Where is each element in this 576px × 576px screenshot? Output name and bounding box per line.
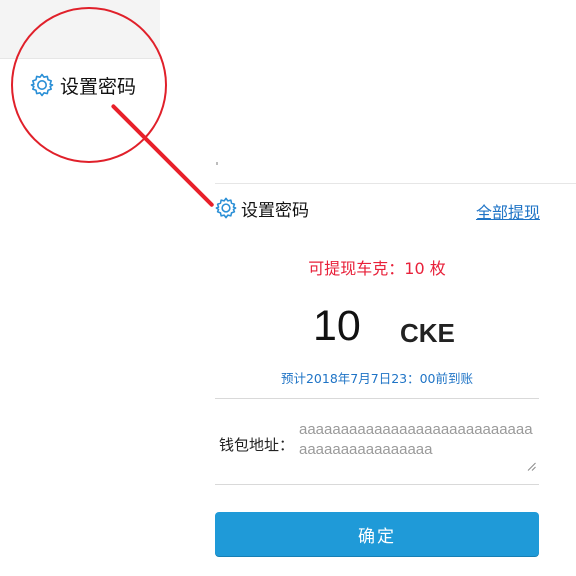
withdraw-amount: 10 bbox=[313, 302, 361, 350]
available-balance: 可提现车克：10 枚 bbox=[308, 259, 446, 278]
set-password-link[interactable]: 设置密码 bbox=[215, 194, 309, 222]
confirm-button[interactable]: 确定 bbox=[215, 512, 539, 556]
withdraw-all-link[interactable]: 全部提现 bbox=[476, 199, 540, 223]
currency-unit: CKE bbox=[400, 318, 455, 348]
wallet-address-label: 钱包地址： bbox=[219, 436, 295, 454]
set-password-label: 设置密码 bbox=[241, 200, 309, 221]
divider-tick bbox=[216, 162, 218, 165]
divider bbox=[215, 398, 539, 399]
withdraw-panel: 设置密码 全部提现 可提现车克：10 枚 10 CKE 预计2018年7月7日2… bbox=[215, 184, 576, 576]
callout-pointer-line bbox=[110, 103, 215, 208]
arrival-estimate: 预计2018年7月7日23：00前到账 bbox=[280, 371, 474, 386]
gear-icon bbox=[215, 197, 237, 219]
resize-grip-icon[interactable] bbox=[527, 456, 536, 471]
divider bbox=[215, 484, 539, 485]
wallet-address-input[interactable]: aaaaaaaaaaaaaaaaaaaaaaaaaaaaaaaaaaaaaaaa… bbox=[299, 420, 537, 470]
